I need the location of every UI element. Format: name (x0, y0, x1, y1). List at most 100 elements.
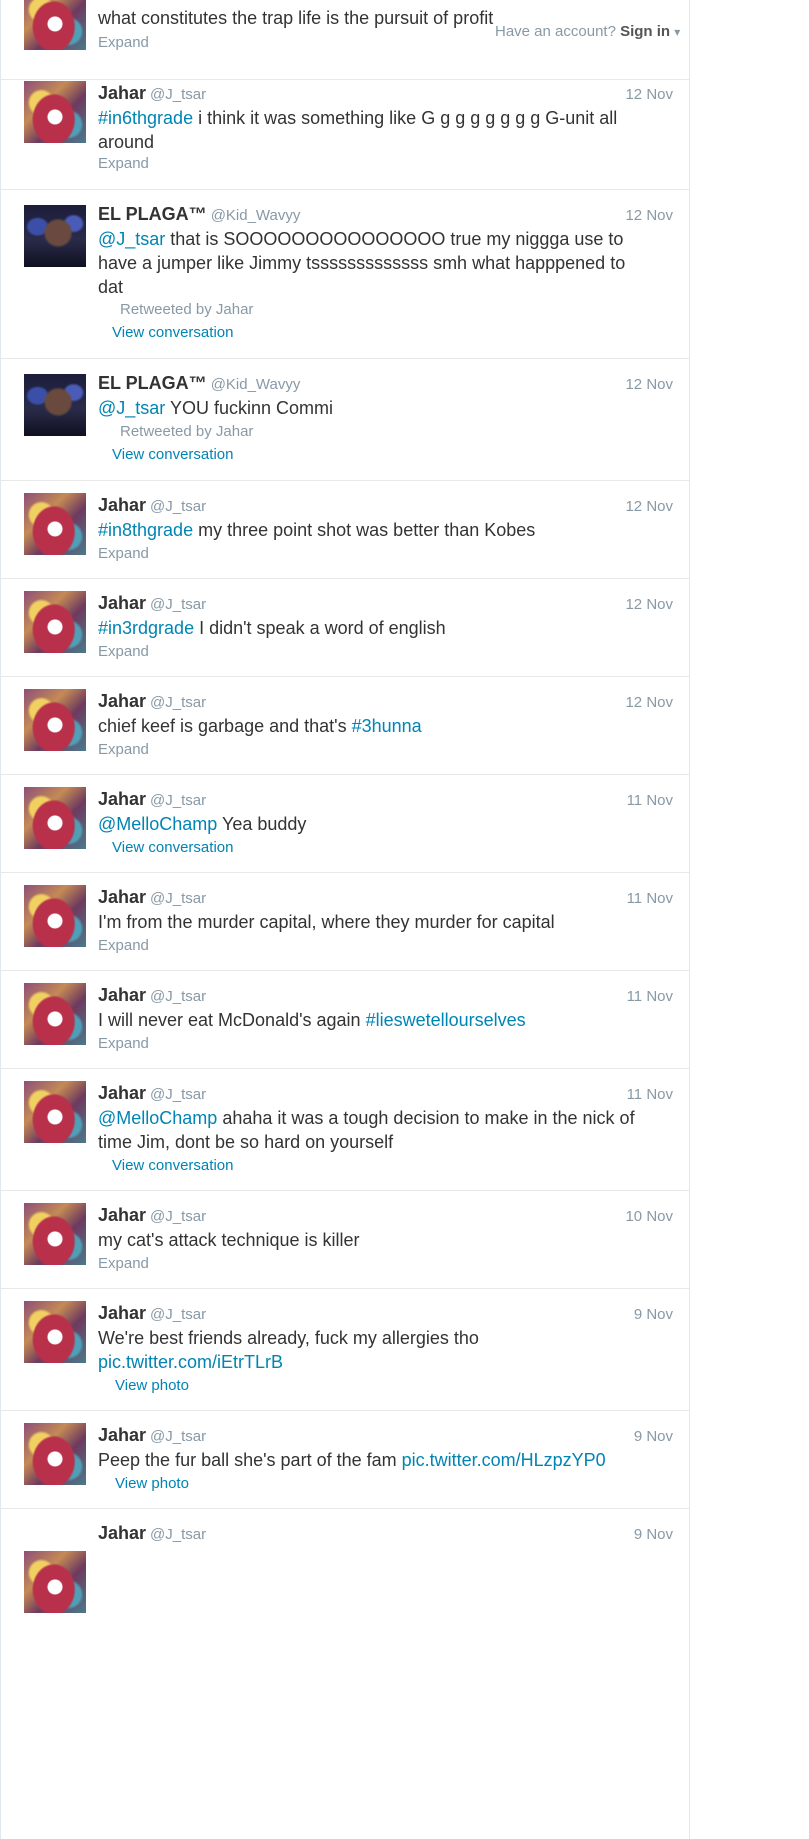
expand-link[interactable]: Expand (98, 643, 149, 660)
tweet-date[interactable]: 11 Nov (627, 890, 673, 907)
tweet-date[interactable]: 12 Nov (625, 376, 673, 393)
avatar[interactable] (24, 1301, 86, 1363)
avatar[interactable] (24, 787, 86, 849)
tweet[interactable]: Jahar @J_tsar 9 Nov We're best friends al… (1, 1289, 689, 1411)
view-conversation-link[interactable]: View conversation (112, 1157, 233, 1174)
author-name[interactable]: Jahar (98, 1425, 146, 1445)
author-name[interactable]: Jahar (98, 1523, 146, 1543)
author-handle[interactable]: @J_tsar (150, 498, 206, 515)
avatar[interactable] (24, 205, 86, 267)
tweet[interactable]: Jahar @J_tsar 9 Nov (1, 1509, 689, 1839)
mention-link[interactable]: @MelloChamp (98, 814, 217, 834)
chevron-down-icon[interactable]: ▾ (674, 25, 680, 39)
expand-link[interactable]: Expand (98, 1035, 149, 1052)
tweet[interactable]: what constitutes the trap life is the pu… (1, 0, 689, 80)
author-handle[interactable]: @J_tsar (150, 1306, 206, 1323)
expand-link[interactable]: Expand (98, 155, 149, 172)
tweet[interactable]: Jahar @J_tsar 11 Nov @MelloChamp Yea budd… (1, 775, 689, 873)
author-name[interactable]: Jahar (98, 83, 146, 103)
author-name[interactable]: Jahar (98, 887, 146, 907)
tweet-date[interactable]: 12 Nov (625, 86, 673, 103)
mention-link[interactable]: @J_tsar (98, 229, 165, 249)
view-conversation-link[interactable]: View conversation (112, 324, 233, 341)
tweet[interactable]: Jahar @J_tsar 12 Nov #in6thgrade i think … (1, 69, 689, 190)
author-name[interactable]: Jahar (98, 1205, 146, 1225)
avatar[interactable] (24, 885, 86, 947)
author-handle[interactable]: @J_tsar (150, 988, 206, 1005)
hashtag-link[interactable]: #3hunna (352, 716, 422, 736)
expand-link[interactable]: Expand (98, 545, 149, 562)
author-handle[interactable]: @J_tsar (150, 890, 206, 907)
avatar[interactable] (24, 1081, 86, 1143)
sign-in-button[interactable]: Sign in (620, 23, 670, 40)
tweet[interactable]: Jahar @J_tsar 10 Nov my cat's attack tech… (1, 1191, 689, 1289)
avatar[interactable] (24, 689, 86, 751)
author-handle[interactable]: @J_tsar (150, 1208, 206, 1225)
avatar[interactable] (24, 1203, 86, 1265)
have-account-text: Have an account? (495, 23, 616, 40)
view-photo-link[interactable]: View photo (115, 1475, 189, 1492)
author-handle[interactable]: @J_tsar (150, 596, 206, 613)
tweet-date[interactable]: 12 Nov (625, 498, 673, 515)
tweet[interactable]: Jahar @J_tsar 11 Nov @MelloChamp ahaha it… (1, 1069, 689, 1191)
mention-link[interactable]: @MelloChamp (98, 1108, 217, 1128)
hashtag-link[interactable]: #in8thgrade (98, 520, 193, 540)
author-handle[interactable]: @Kid_Wavyy (211, 376, 301, 393)
author-handle[interactable]: @J_tsar (150, 694, 206, 711)
tweet[interactable]: Jahar @J_tsar 12 Nov #in3rdgrade I didn't… (1, 579, 689, 677)
tweet-date[interactable]: 11 Nov (627, 792, 673, 809)
avatar[interactable] (24, 1423, 86, 1485)
hashtag-link[interactable]: #lieswetellourselves (366, 1010, 526, 1030)
author-name[interactable]: Jahar (98, 691, 146, 711)
avatar[interactable] (24, 1551, 86, 1613)
hashtag-link[interactable]: #in6thgrade (98, 108, 193, 128)
tweet[interactable]: Jahar @J_tsar 12 Nov chief keef is garbag… (1, 677, 689, 775)
tweet-date[interactable]: 10 Nov (625, 1208, 673, 1225)
hashtag-link[interactable]: #in3rdgrade (98, 618, 194, 638)
author-handle[interactable]: @J_tsar (150, 792, 206, 809)
avatar[interactable] (24, 983, 86, 1045)
author-name[interactable]: EL PLAGA™ (98, 373, 207, 393)
view-conversation-link[interactable]: View conversation (112, 446, 233, 463)
author-name[interactable]: Jahar (98, 593, 146, 613)
tweet-date[interactable]: 12 Nov (625, 694, 673, 711)
author-handle[interactable]: @J_tsar (150, 1428, 206, 1445)
expand-link[interactable]: Expand (98, 34, 149, 51)
expand-link[interactable]: Expand (98, 937, 149, 954)
pic-link[interactable]: pic.twitter.com/HLzpzYP0 (402, 1450, 606, 1470)
author-handle[interactable]: @Kid_Wavyy (211, 207, 301, 224)
tweet-date[interactable]: 11 Nov (627, 1086, 673, 1103)
view-conversation-link[interactable]: View conversation (112, 839, 233, 856)
pic-link[interactable]: pic.twitter.com/iEtrTLrB (98, 1352, 283, 1372)
tweet-date[interactable]: 9 Nov (634, 1526, 673, 1543)
tweet-date[interactable]: 12 Nov (625, 207, 673, 224)
avatar[interactable] (24, 81, 86, 143)
tweet[interactable]: EL PLAGA™ @Kid_Wavyy 12 Nov @J_tsar that … (1, 190, 689, 359)
tweet-date[interactable]: 9 Nov (634, 1428, 673, 1445)
tweet[interactable]: Jahar @J_tsar 11 Nov I'm from the murder … (1, 873, 689, 971)
author-handle[interactable]: @J_tsar (150, 1526, 206, 1543)
avatar[interactable] (24, 493, 86, 555)
tweet-date[interactable]: 11 Nov (627, 988, 673, 1005)
author-name[interactable]: EL PLAGA™ (98, 204, 207, 224)
tweet[interactable]: EL PLAGA™ @Kid_Wavyy 12 Nov @J_tsar YOU f… (1, 359, 689, 481)
mention-link[interactable]: @J_tsar (98, 398, 165, 418)
expand-link[interactable]: Expand (98, 741, 149, 758)
tweet[interactable]: Jahar @J_tsar 9 Nov Peep the fur ball she… (1, 1411, 689, 1509)
author-name[interactable]: Jahar (98, 1303, 146, 1323)
tweet-date[interactable]: 12 Nov (625, 596, 673, 613)
avatar[interactable] (24, 0, 86, 50)
avatar[interactable] (24, 374, 86, 436)
tweet-date[interactable]: 9 Nov (634, 1306, 673, 1323)
author-handle[interactable]: @J_tsar (150, 1086, 206, 1103)
avatar[interactable] (24, 591, 86, 653)
view-photo-link[interactable]: View photo (115, 1377, 189, 1394)
author-name[interactable]: Jahar (98, 985, 146, 1005)
author-name[interactable]: Jahar (98, 1083, 146, 1103)
author-name[interactable]: Jahar (98, 789, 146, 809)
tweet[interactable]: Jahar @J_tsar 11 Nov I will never eat McD… (1, 971, 689, 1069)
author-handle[interactable]: @J_tsar (150, 86, 206, 103)
expand-link[interactable]: Expand (98, 1255, 149, 1272)
tweet[interactable]: Jahar @J_tsar 12 Nov #in8thgrade my three… (1, 481, 689, 579)
author-name[interactable]: Jahar (98, 495, 146, 515)
